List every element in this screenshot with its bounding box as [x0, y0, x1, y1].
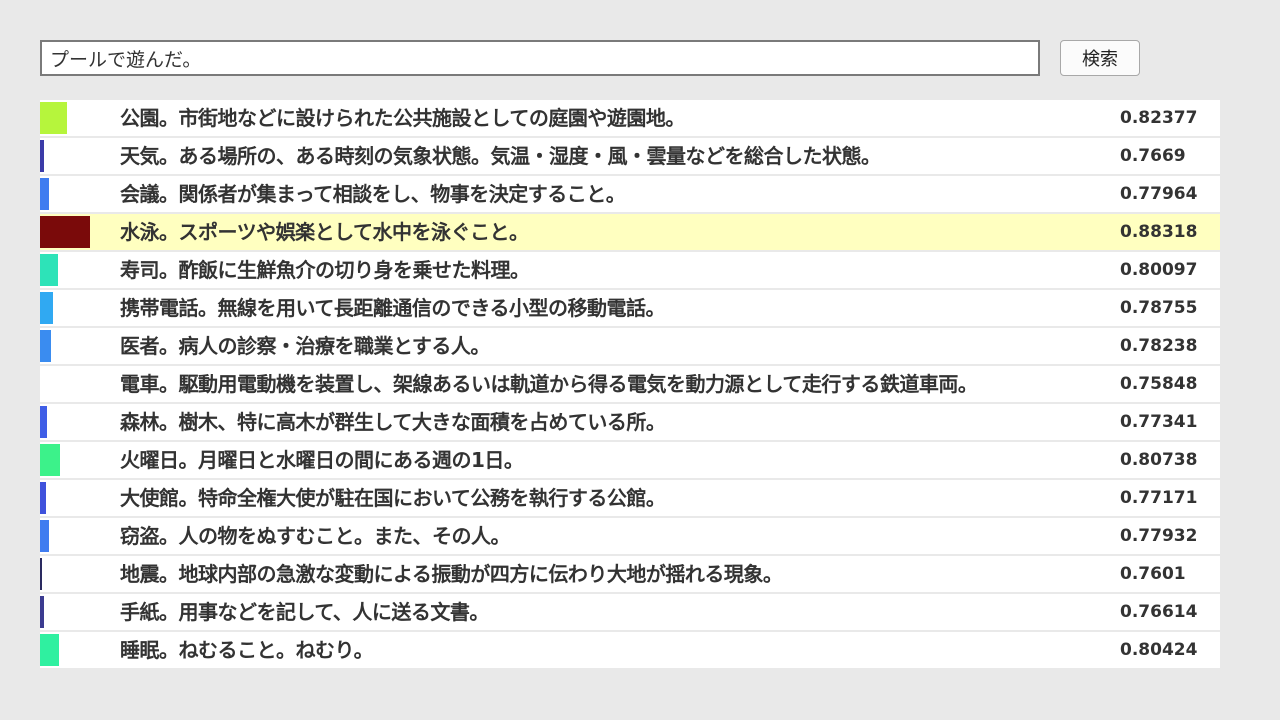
result-row[interactable]: 会議。関係者が集まって相談をし、物事を決定すること。 0.77964 — [40, 176, 1220, 212]
similarity-score: 0.7669 — [1120, 146, 1186, 166]
similarity-score: 0.76614 — [1120, 602, 1198, 622]
result-text: 医者。病人の診察・治療を職業とする人。 — [120, 334, 490, 358]
result-text: 森林。樹木、特に高木が群生して大きな面積を占めている所。 — [120, 410, 666, 434]
result-text: 手紙。用事などを記して、人に送る文書。 — [120, 600, 489, 624]
similarity-score: 0.77341 — [1120, 412, 1198, 432]
similarity-bar — [40, 216, 90, 248]
similarity-score: 0.82377 — [1120, 108, 1198, 128]
result-row[interactable]: 大使館。特命全権大使が駐在国において公務を執行する公館。 0.77171 — [40, 480, 1220, 516]
similarity-score: 0.77171 — [1120, 488, 1198, 508]
similarity-score: 0.80738 — [1120, 450, 1198, 470]
search-input[interactable] — [40, 40, 1040, 76]
result-list: 公園。市街地などに設けられた公共施設としての庭園や遊園地。 0.82377 天気。あ… — [40, 100, 1220, 670]
similarity-bar — [40, 330, 51, 362]
similarity-bar — [40, 558, 42, 590]
result-text: 水泳。スポーツや娯楽として水中を泳ぐこと。 — [120, 220, 529, 244]
result-row[interactable]: 火曜日。月曜日と水曜日の間にある週の1日。 0.80738 — [40, 442, 1220, 478]
similarity-bar — [40, 292, 53, 324]
similarity-bar — [40, 482, 47, 514]
similarity-bar — [40, 444, 61, 476]
similarity-score: 0.80424 — [1120, 640, 1198, 660]
similarity-score: 0.7601 — [1120, 564, 1186, 584]
similarity-score: 0.78755 — [1120, 298, 1198, 318]
similarity-score: 0.77932 — [1120, 526, 1198, 546]
result-row[interactable]: 水泳。スポーツや娯楽として水中を泳ぐこと。 0.88318 — [40, 214, 1220, 250]
similarity-bar — [40, 178, 50, 210]
similarity-score: 0.80097 — [1120, 260, 1198, 280]
result-text: 睡眠。ねむること。ねむり。 — [120, 638, 374, 662]
similarity-bar — [40, 406, 48, 438]
similarity-bar — [40, 102, 67, 134]
result-row[interactable]: 公園。市街地などに設けられた公共施設としての庭園や遊園地。 0.82377 — [40, 100, 1220, 136]
similarity-score: 0.75848 — [1120, 374, 1198, 394]
result-row[interactable]: 手紙。用事などを記して、人に送る文書。 0.76614 — [40, 594, 1220, 630]
result-row[interactable]: 携帯電話。無線を用いて長距離通信のできる小型の移動電話。 0.78755 — [40, 290, 1220, 326]
result-text: 会議。関係者が集まって相談をし、物事を決定すること。 — [120, 182, 626, 206]
result-row[interactable]: 睡眠。ねむること。ねむり。 0.80424 — [40, 632, 1220, 668]
result-text: 携帯電話。無線を用いて長距離通信のできる小型の移動電話。 — [120, 296, 666, 320]
result-text: 公園。市街地などに設けられた公共施設としての庭園や遊園地。 — [120, 106, 685, 130]
result-text: 窃盗。人の物をぬすむこと。また、その人。 — [120, 524, 511, 548]
similarity-score: 0.78238 — [1120, 336, 1198, 356]
result-row[interactable]: 天気。ある場所の、ある時刻の気象状態。気温・湿度・風・雲量などを総合した状態。 0… — [40, 138, 1220, 174]
search-button[interactable]: 検索 — [1060, 40, 1140, 76]
similarity-bar — [40, 254, 58, 286]
similarity-score: 0.88318 — [1120, 222, 1198, 242]
result-text: 大使館。特命全権大使が駐在国において公務を執行する公館。 — [120, 486, 666, 510]
result-row[interactable]: 電車。駆動用電動機を装置し、架線あるいは軌道から得る電気を動力源として走行する鉄… — [40, 366, 1220, 402]
result-row[interactable]: 医者。病人の診察・治療を職業とする人。 0.78238 — [40, 328, 1220, 364]
result-row[interactable]: 寿司。酢飯に生鮮魚介の切り身を乗せた料理。 0.80097 — [40, 252, 1220, 288]
result-text: 火曜日。月曜日と水曜日の間にある週の1日。 — [120, 448, 524, 472]
result-text: 寿司。酢飯に生鮮魚介の切り身を乗せた料理。 — [120, 258, 530, 282]
similarity-bar — [40, 596, 45, 628]
similarity-bar — [40, 520, 50, 552]
result-text: 電車。駆動用電動機を装置し、架線あるいは軌道から得る電気を動力源として走行する鉄… — [120, 372, 978, 396]
result-row[interactable]: 窃盗。人の物をぬすむこと。また、その人。 0.77932 — [40, 518, 1220, 554]
result-row[interactable]: 森林。樹木、特に高木が群生して大きな面積を占めている所。 0.77341 — [40, 404, 1220, 440]
similarity-bar — [40, 368, 42, 400]
result-text: 天気。ある場所の、ある時刻の気象状態。気温・湿度・風・雲量などを総合した状態。 — [120, 144, 881, 168]
similarity-bar — [40, 634, 60, 666]
result-text: 地震。地球内部の急激な変動による振動が四方に伝わり大地が揺れる現象。 — [120, 562, 783, 586]
similarity-bar — [40, 140, 45, 172]
similarity-score: 0.77964 — [1120, 184, 1198, 204]
result-row[interactable]: 地震。地球内部の急激な変動による振動が四方に伝わり大地が揺れる現象。 0.7601 — [40, 556, 1220, 592]
